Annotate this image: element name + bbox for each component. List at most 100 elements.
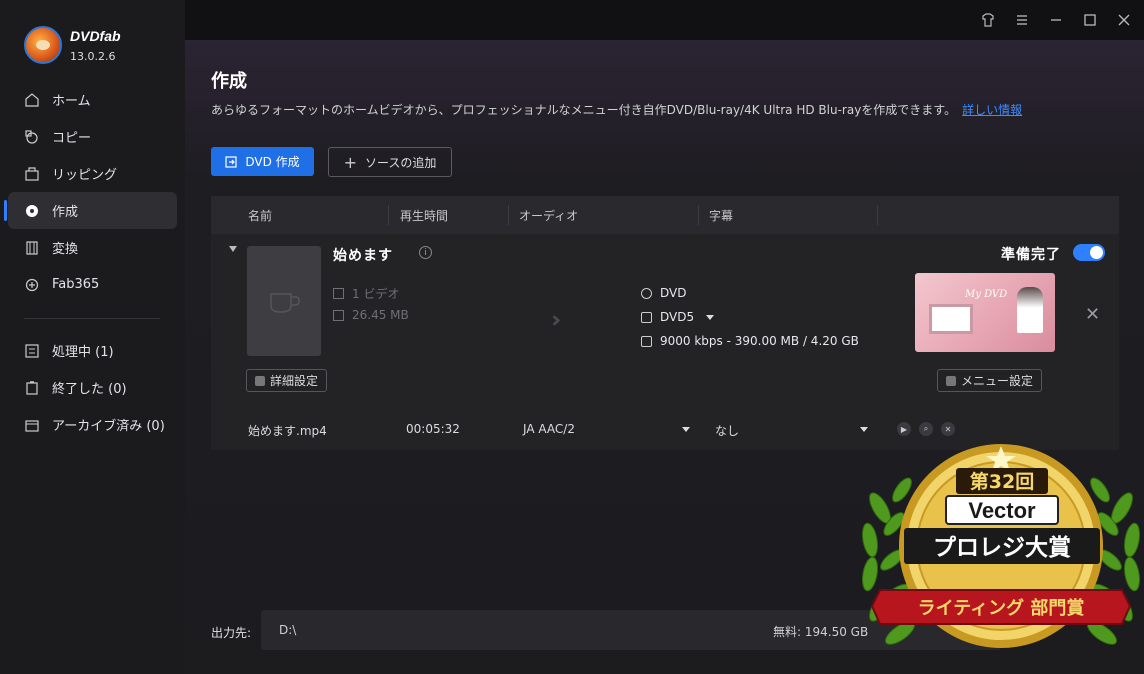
sidebar-item-archived[interactable]: アーカイブ済み (0) [0,406,185,443]
copy-icon [24,129,40,145]
chevron-down-icon [706,314,715,320]
logo-icon [24,26,62,64]
output-label: 出力先: [211,626,252,640]
subtitle-select-value[interactable]: なし [715,422,739,439]
title-bar [185,0,1144,40]
sidebar-item-label: 作成 [52,205,79,220]
home-icon [24,92,40,108]
award-title: プロレジ大賞 [933,534,1071,561]
maximize-icon[interactable] [1080,10,1100,30]
menu-thumbnail-title: My DVD [965,289,1008,300]
ready-toggle[interactable] [1073,244,1105,261]
video-count-text: 1 ビデオ [352,287,400,301]
page-title: 作成 [211,71,247,92]
sidebar-item-label: コピー [52,131,92,146]
award-badge: 第32回 Vector プロレジ大賞 ライティング 部門賞 [862,444,1140,648]
output-path: D:\ [279,623,297,637]
app-version: 13.0.2.6 [70,49,116,63]
photo-frame [929,304,973,334]
menu-grid-icon [946,375,956,386]
conversion-arrow-icon: ››› [551,308,563,333]
award-category: ライティング 部門賞 [918,597,1085,619]
create-dvd-button[interactable]: DVD 作成 [211,147,314,176]
sidebar-item-label: 処理中 (1) [52,345,114,360]
menu-settings-label: メニュー設定 [961,374,1034,388]
skin-icon[interactable] [978,10,998,30]
menu-thumbnail[interactable]: My DVD [915,273,1055,352]
sidebar-divider [24,318,160,319]
sidebar-item-label: 終了した (0) [52,382,127,397]
ripping-icon [24,166,40,182]
sidebar-item-label: 変換 [52,242,79,257]
dvd-disc-icon [641,287,652,299]
source-size: 26.45 MB [333,308,409,322]
ready-label: 準備完了 [1001,247,1061,263]
sidebar-item-fab365[interactable]: Fab365 [0,266,185,303]
app-logo[interactable]: DVDfab 13.0.2.6 [24,26,121,64]
sidebar-item-home[interactable]: ホーム [0,81,185,118]
remove-item-icon[interactable]: ✕ [1085,304,1100,325]
detail-settings-button[interactable]: 詳細設定 [246,369,328,392]
disc-type-select[interactable]: DVD5 [641,310,715,324]
disc-type-icon [641,311,652,323]
detail-settings-label: 詳細設定 [270,374,319,388]
add-source-button[interactable]: + ソースの追加 [328,147,452,177]
sidebar-item-label: アーカイブ済み (0) [52,419,165,434]
award-edition: 第32回 [970,470,1034,493]
award-vector: Vector [968,498,1036,523]
page-description: あらゆるフォーマットのホームビデオから、プロフェッショナルなメニュー付き自作DV… [211,101,1022,118]
export-icon [225,155,237,168]
minimize-icon[interactable] [1046,10,1066,30]
app-name: DVDfab [70,27,121,44]
bitrate-icon [641,335,652,347]
table-header: 名前 再生時間 オーディオ 字幕 [211,196,1119,234]
sidebar-item-copy[interactable]: コピー [0,118,185,155]
sidebar-item-label: Fab365 [52,277,100,292]
archive-icon [24,417,40,433]
add-source-label: ソースの追加 [365,155,437,170]
sidebar-item-finished[interactable]: 終了した (0) [0,369,185,406]
more-info-link[interactable]: 詳しい情報 [962,103,1022,117]
task-table: 名前 再生時間 オーディオ 字幕 始めます i 1 ビデオ 26.45 MB ›… [211,196,1119,450]
sidebar-item-ripping[interactable]: リッピング [0,155,185,192]
placeholder-cup-icon [270,293,300,313]
column-divider [388,205,389,225]
disc-icon [24,203,40,219]
sidebar-item-label: リッピング [52,168,118,183]
sidebar-item-create[interactable]: 作成 [4,192,177,229]
processing-icon [24,343,40,359]
sidebar: DVDfab 13.0.2.6 ホーム コピー リッピング 作成 変換 Fab3… [0,0,185,674]
column-header-name: 名前 [248,209,273,223]
disc-type-value: DVD5 [660,310,695,324]
audio-dropdown-icon[interactable] [682,427,690,432]
file-name: 始めます.mp4 [248,424,327,438]
column-header-duration: 再生時間 [400,209,449,223]
column-divider [877,205,878,225]
couple-figure [1017,287,1043,333]
item-title: 始めます [333,248,393,264]
sidebar-item-label: ホーム [52,94,91,109]
plus-icon: + [343,152,357,172]
audio-select-value[interactable]: JA AAC/2 [523,422,575,436]
create-dvd-label: DVD 作成 [245,155,300,169]
file-size-icon [333,309,344,321]
menu-settings-button[interactable]: メニュー設定 [937,369,1043,392]
bitrate-info: 9000 kbps - 390.00 MB / 4.20 GB [641,334,859,348]
menu-icon[interactable] [1012,10,1032,30]
sidebar-item-convert[interactable]: 変換 [0,229,185,266]
speaker-icon [255,375,265,386]
source-size-text: 26.45 MB [352,308,409,322]
bitrate-text: 9000 kbps - 390.00 MB / 4.20 GB [660,334,859,348]
column-header-subtitle: 字幕 [709,209,734,223]
description-text: あらゆるフォーマットのホームビデオから、プロフェッショナルなメニュー付き自作DV… [211,103,957,117]
info-icon[interactable]: i [419,246,432,259]
free-space: 無料: 194.50 GB [773,625,869,639]
sidebar-item-processing[interactable]: 処理中 (1) [0,332,185,369]
column-header-audio: オーディオ [519,209,579,223]
collapse-toggle-icon[interactable] [229,246,237,252]
file-duration: 00:05:32 [406,422,460,436]
video-count: 1 ビデオ [333,285,399,302]
close-icon[interactable] [1114,10,1134,30]
column-divider [508,205,509,225]
column-divider [698,205,699,225]
